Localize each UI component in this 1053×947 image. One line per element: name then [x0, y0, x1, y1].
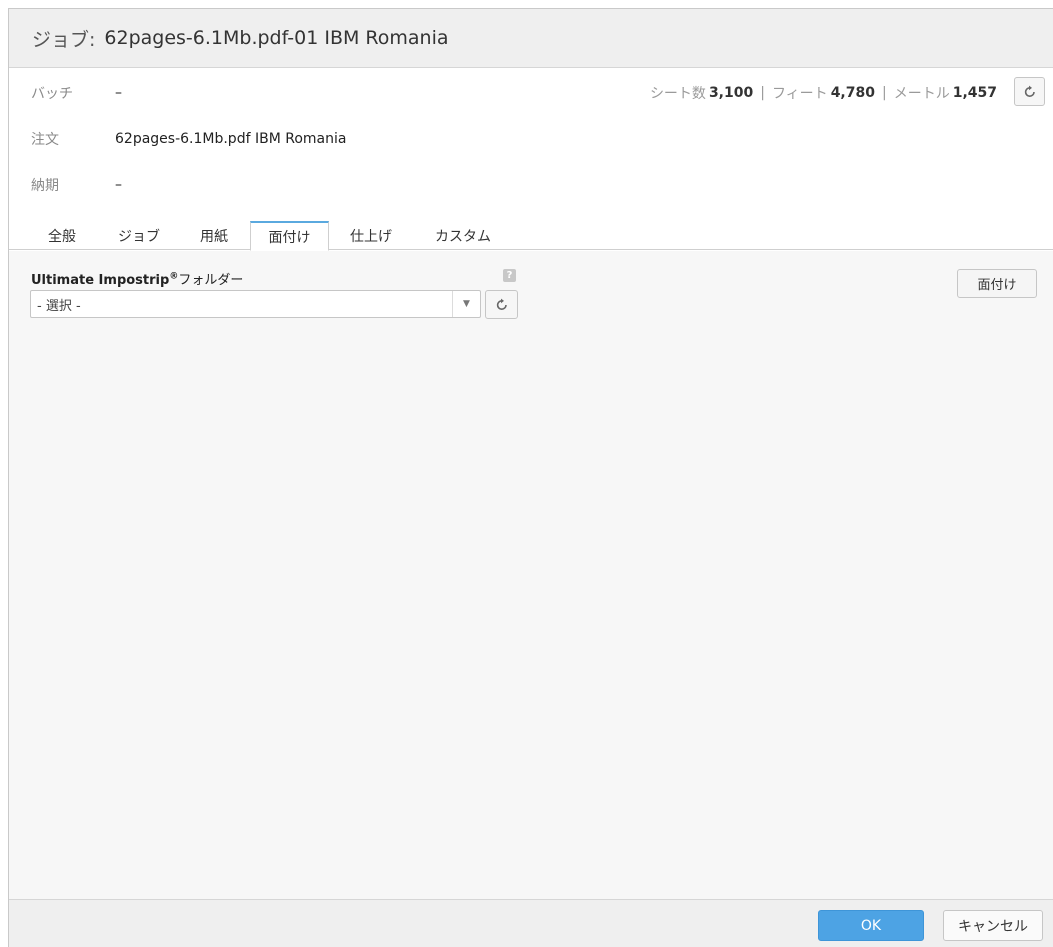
tab-label: 全般 [48, 228, 76, 245]
due-label: 納期 [31, 178, 59, 194]
refresh-stats-button[interactable] [1014, 77, 1045, 106]
tab-label: ジョブ [118, 228, 160, 245]
tab-bar: 全般 ジョブ 用紙 面付け 仕上げ カスタム [9, 218, 1053, 251]
due-row: 納期 – [31, 175, 122, 195]
sheets-value: 3,100 [708, 85, 754, 101]
batch-row: バッチ – [31, 83, 122, 103]
dialog-title-bar: ジョブ: 62pages-6.1Mb.pdf-01 IBM Romania [9, 9, 1053, 68]
chevron-down-icon[interactable]: ▼ [452, 291, 480, 317]
tab-label: 面付け [268, 229, 311, 246]
tab-label: 仕上げ [350, 228, 392, 245]
cancel-button[interactable]: キャンセル [943, 910, 1043, 941]
batch-label: バッチ [31, 86, 73, 102]
imposition-panel: Ultimate Impostrip®フォルダー ? - 選択 - ▼ 面付け [9, 251, 1053, 899]
batch-value: – [115, 85, 122, 101]
tab-label: 用紙 [200, 228, 228, 245]
feet-value: 4,780 [830, 85, 875, 101]
order-value: 62pages-6.1Mb.pdf IBM Romania [115, 131, 347, 147]
tab-paper[interactable]: 用紙 [183, 221, 245, 250]
dialog-footer: OK キャンセル [9, 899, 1053, 947]
dialog-title-prefix: ジョブ: [32, 28, 96, 51]
tab-custom[interactable]: カスタム [421, 221, 505, 250]
due-value: – [115, 177, 122, 193]
tab-label: カスタム [435, 228, 491, 245]
dialog-title: 62pages-6.1Mb.pdf-01 IBM Romania [104, 27, 449, 49]
refresh-icon [496, 298, 507, 310]
tab-imposition[interactable]: 面付け [250, 221, 329, 251]
sheets-label: シート数 [649, 86, 706, 102]
order-label: 注文 [31, 132, 59, 148]
meters-label: メートル [893, 86, 950, 102]
tab-finishing[interactable]: 仕上げ [339, 221, 403, 250]
stats-separator: | [881, 85, 887, 101]
tab-general[interactable]: 全般 [31, 221, 93, 250]
impostrip-folder-label: Ultimate Impostrip®フォルダー [31, 269, 243, 288]
impose-button[interactable]: 面付け [957, 269, 1037, 298]
folder-suffix: フォルダー [178, 273, 244, 288]
meters-value: 1,457 [952, 85, 997, 101]
help-icon[interactable]: ? [503, 269, 516, 282]
refresh-icon [1024, 85, 1035, 97]
tab-job[interactable]: ジョブ [105, 221, 173, 250]
impostrip-brand: Ultimate Impostrip [31, 273, 170, 288]
impostrip-folder-select[interactable]: - 選択 - ▼ [30, 290, 481, 318]
registered-mark: ® [169, 271, 179, 282]
ok-button[interactable]: OK [818, 910, 924, 941]
job-dialog: ジョブ: 62pages-6.1Mb.pdf-01 IBM Romania バッ… [8, 8, 1053, 947]
stats-separator: | [760, 85, 765, 101]
refresh-folders-button[interactable] [485, 290, 518, 319]
select-value: - 選択 - [37, 298, 81, 314]
feet-label: フィート [771, 86, 828, 102]
order-row: 注文 62pages-6.1Mb.pdf IBM Romania [31, 129, 346, 149]
job-stats: シート数 3,100 | フィート 4,780 | メートル 1,457 [650, 83, 997, 103]
